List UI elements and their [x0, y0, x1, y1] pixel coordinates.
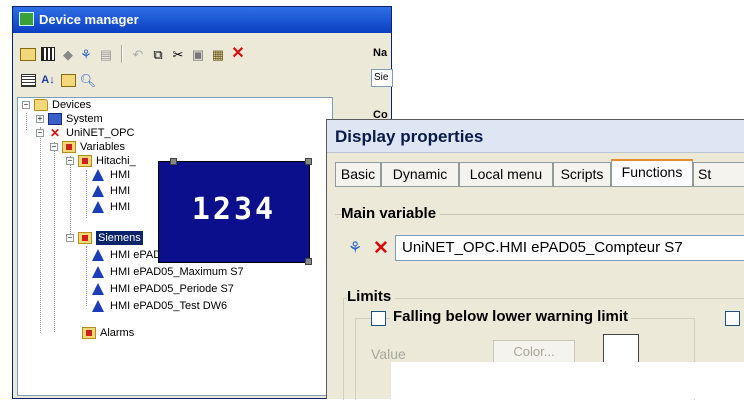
dialog-title: Display properties — [335, 127, 484, 146]
main-variable-field[interactable]: UniNET_OPC.HMI ePAD05_Compteur S7 — [395, 235, 744, 261]
window-edge — [383, 362, 391, 399]
tree-label: Alarms — [100, 327, 135, 339]
blank-area — [391, 362, 744, 399]
resize-handle[interactable] — [305, 258, 312, 265]
value-label: Value — [371, 346, 406, 362]
device-folder-icon — [78, 155, 92, 167]
resize-handle[interactable] — [170, 158, 177, 165]
tab-pane-border — [335, 186, 744, 187]
expand-icon[interactable]: + — [36, 115, 44, 123]
cut-icon[interactable]: ✂ — [169, 45, 187, 63]
grid-view-icon[interactable] — [39, 45, 57, 63]
resize-handle[interactable] — [305, 158, 312, 165]
tree-label: HMI ePAD05_Maximum S7 — [110, 266, 244, 278]
connect-variable-icon[interactable]: ⚘ — [77, 45, 95, 63]
undo-icon[interactable]: ↶ — [129, 45, 147, 63]
variable-icon — [92, 300, 104, 312]
display-digits: 1234 — [191, 192, 277, 227]
paste-icon[interactable]: ▣ — [189, 45, 207, 63]
main-variable-label: Main variable — [341, 205, 441, 222]
list-view-icon[interactable] — [19, 71, 37, 89]
variable-icon — [92, 185, 104, 197]
variable-icon — [92, 266, 104, 278]
tree-label-selected: Siemens — [96, 231, 143, 245]
connect-variable-icon[interactable]: ⚘ — [343, 236, 367, 260]
tab-st[interactable]: St — [693, 162, 744, 186]
variable-icon — [92, 201, 104, 213]
collapse-icon[interactable]: − — [50, 143, 58, 151]
tree-label: UniNET_OPC — [66, 127, 135, 139]
properties-icon[interactable]: ▤ — [97, 45, 115, 63]
tree-label: HMI — [110, 201, 131, 213]
tree-label: Variables — [80, 141, 126, 153]
sort-az-icon[interactable]: A↓ — [39, 71, 57, 89]
variable-icon — [92, 249, 104, 261]
variable-icon — [92, 283, 104, 295]
variables-folder-icon — [62, 141, 76, 153]
tab-scripts[interactable]: Scripts — [553, 162, 611, 186]
device-manager-titlebar[interactable]: Device manager — [13, 7, 391, 33]
tree-line — [26, 113, 27, 130]
lower-warning-label: Falling below lower warning limit — [390, 308, 632, 325]
remove-variable-icon[interactable]: ✕ — [369, 236, 393, 260]
collapse-icon[interactable]: − — [22, 101, 30, 109]
computer-icon — [48, 113, 62, 125]
tab-basic[interactable]: Basic — [335, 162, 381, 186]
tree-label: HMI — [110, 185, 131, 197]
digital-display-widget[interactable]: 1234 — [158, 161, 310, 263]
main-variable-row: ⚘ ✕ UniNET_OPC.HMI ePAD05_Compteur S7 — [335, 231, 744, 265]
search-icon[interactable]: 🔍︎ — [79, 71, 97, 89]
tree-line — [86, 170, 87, 218]
tree-line — [40, 127, 41, 333]
folder-icon — [34, 99, 48, 111]
tree-label: HMI ePAD05_Test DW6 — [110, 300, 228, 312]
color-button[interactable]: Color... — [493, 340, 575, 364]
tree-label: HMI ePAD05_Periode S7 — [110, 283, 234, 295]
tree-line — [86, 246, 87, 306]
collapse-icon[interactable]: − — [66, 234, 74, 242]
tree-label: Hitachi_ — [96, 155, 136, 167]
tab-local-menu[interactable]: Local menu — [459, 162, 553, 186]
collapse-icon[interactable]: − — [66, 157, 74, 165]
tab-dynamic[interactable]: Dynamic — [381, 162, 459, 186]
toolbar-separator — [121, 45, 123, 63]
arrow-left-icon[interactable]: ◆ — [59, 45, 77, 63]
tree-label: HMI — [110, 169, 131, 181]
device-manager-app-icon — [19, 12, 34, 26]
name-field[interactable]: Sie — [371, 69, 393, 87]
tree-label: System — [66, 113, 103, 125]
variable-icon — [92, 169, 104, 181]
folder-up-icon[interactable] — [59, 71, 77, 89]
tab-functions[interactable]: Functions — [611, 159, 693, 187]
limits-label: Limits — [347, 288, 396, 305]
device-folder-icon — [78, 232, 92, 244]
alarms-folder-icon — [82, 327, 96, 339]
display-properties-dialog: Display properties Basic Dynamic Local m… — [326, 119, 744, 400]
tree-line — [70, 156, 71, 240]
name-label: Na — [373, 47, 388, 59]
copy-icon[interactable]: ⧉ — [149, 45, 167, 63]
tree-label: Devices — [52, 99, 92, 111]
display-properties-titlebar[interactable]: Display properties — [327, 120, 744, 153]
next-limit-checkbox[interactable] — [725, 311, 740, 326]
tree-line — [54, 142, 55, 332]
collapse-icon[interactable]: − — [36, 129, 44, 137]
disconnected-x-icon: ✕ — [49, 126, 61, 140]
duplicate-icon[interactable]: ▦ — [209, 45, 227, 63]
device-manager-title: Device manager — [39, 12, 139, 27]
delete-icon[interactable]: ✕ — [229, 45, 247, 63]
open-folder-icon[interactable] — [19, 45, 37, 63]
lower-warning-checkbox[interactable] — [371, 311, 386, 326]
